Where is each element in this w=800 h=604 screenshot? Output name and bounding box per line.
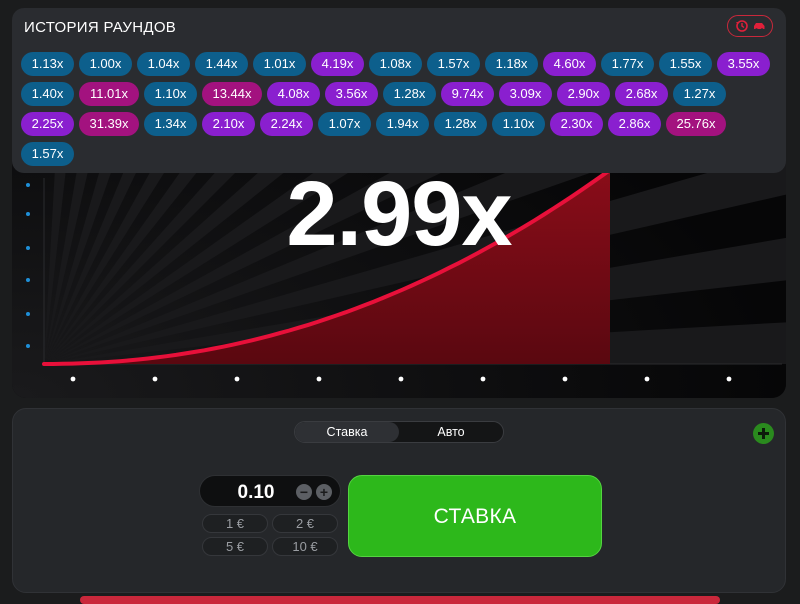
history-round-pill[interactable]: 9.74x (441, 82, 494, 106)
history-round-pill[interactable]: 1.00x (79, 52, 132, 76)
history-round-pill[interactable]: 1.34x (144, 112, 197, 136)
history-round-pill[interactable]: 1.44x (195, 52, 248, 76)
bet-amount-input[interactable]: 0.10 (226, 482, 286, 504)
bottom-red-strip (80, 596, 720, 604)
history-round-pill[interactable]: 2.86x (608, 112, 661, 136)
x-axis-dot (234, 376, 240, 382)
car-icon (753, 23, 764, 31)
x-axis-dot (480, 376, 486, 382)
history-round-pill[interactable]: 1.28x (383, 82, 436, 106)
x-axis-dot (726, 376, 732, 382)
y-axis-dot (26, 344, 30, 348)
quick-amount-5[interactable]: 5 € (202, 537, 268, 556)
history-round-pill[interactable]: 1.57x (427, 52, 480, 76)
history-round-pill[interactable]: 4.60x (543, 52, 596, 76)
tab-auto[interactable]: Авто (399, 422, 503, 442)
quick-amount-10[interactable]: 10 € (272, 537, 338, 556)
history-round-pill[interactable]: 1.13x (21, 52, 74, 76)
history-round-pill[interactable]: 4.08x (267, 82, 320, 106)
add-bet-panel-button[interactable] (753, 423, 774, 444)
decrease-bet-button[interactable]: − (296, 484, 312, 500)
history-round-pill[interactable]: 1.57x (21, 142, 74, 166)
history-round-pill[interactable]: 2.30x (550, 112, 603, 136)
history-round-pill[interactable]: 1.04x (137, 52, 190, 76)
history-round-pill[interactable]: 1.07x (318, 112, 371, 136)
x-axis-dot (644, 376, 650, 382)
x-axis-dot (70, 376, 76, 382)
current-multiplier: 2.99x (286, 163, 512, 265)
history-round-pill[interactable]: 1.01x (253, 52, 306, 76)
history-round-pill[interactable]: 11.01x (79, 82, 139, 106)
history-round-pill[interactable]: 2.24x (260, 112, 313, 136)
history-round-pill[interactable]: 1.40x (21, 82, 74, 106)
history-round-pill[interactable]: 3.55x (717, 52, 770, 76)
history-round-pill[interactable]: 2.25x (21, 112, 74, 136)
increase-bet-button[interactable]: + (316, 484, 332, 500)
bet-amount-stepper: 0.10 − + (199, 475, 341, 507)
history-round-pill[interactable]: 31.39x (79, 112, 139, 136)
history-toggle-button[interactable] (727, 15, 773, 37)
x-axis-dot (562, 376, 568, 382)
history-round-pill[interactable]: 2.68x (615, 82, 668, 106)
history-icon (735, 20, 748, 32)
x-axis-dot (152, 376, 158, 382)
quick-amount-1[interactable]: 1 € (202, 514, 268, 533)
x-axis-dot (398, 376, 404, 382)
history-round-pill[interactable]: 1.77x (601, 52, 654, 76)
history-round-pill[interactable]: 1.08x (369, 52, 422, 76)
history-round-pill[interactable]: 1.94x (376, 112, 429, 136)
history-round-pill[interactable]: 1.10x (492, 112, 545, 136)
history-title: ИСТОРИЯ РАУНДОВ (24, 19, 177, 36)
quick-amount-2[interactable]: 2 € (272, 514, 338, 533)
history-round-pill[interactable]: 3.56x (325, 82, 378, 106)
x-axis-dot (316, 376, 322, 382)
place-bet-button[interactable]: СТАВКА (348, 475, 602, 557)
y-axis-dot (26, 278, 30, 282)
bet-mode-switch: Ставка Авто (294, 421, 504, 443)
history-round-pill[interactable]: 1.18x (485, 52, 538, 76)
history-round-pill[interactable]: 13.44x (202, 82, 262, 106)
history-round-pill[interactable]: 2.10x (202, 112, 255, 136)
history-round-pill[interactable]: 1.27x (673, 82, 726, 106)
round-history-panel: ИСТОРИЯ РАУНДОВ 1.13x 1.00x 1.04x 1.44x 1.01… (12, 8, 786, 173)
history-round-pill[interactable]: 1.55x (659, 52, 712, 76)
history-round-pill[interactable]: 2.90x (557, 82, 610, 106)
bet-panel: Ставка Авто 0.10 − + 1 € 2 € 5 € 10 € СТ… (12, 408, 786, 593)
plus-icon (758, 428, 769, 439)
history-round-pill[interactable]: 3.09x (499, 82, 552, 106)
tab-bet[interactable]: Ставка (295, 422, 399, 442)
history-round-pill[interactable]: 4.19x (311, 52, 364, 76)
history-round-pill[interactable]: 1.28x (434, 112, 487, 136)
history-round-pill[interactable]: 1.10x (144, 82, 197, 106)
y-axis-dot (26, 312, 30, 316)
history-round-pill[interactable]: 25.76x (666, 112, 726, 136)
